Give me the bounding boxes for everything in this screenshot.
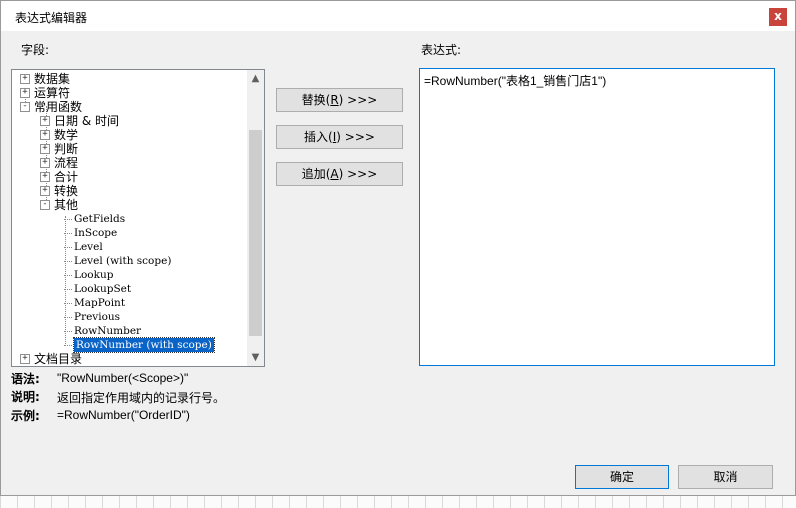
expand-icon[interactable]: + xyxy=(40,144,50,154)
insert-button[interactable]: 插入(I) >>> xyxy=(276,125,403,149)
expand-icon[interactable]: + xyxy=(20,88,30,98)
expand-icon[interactable]: + xyxy=(40,116,50,126)
expression-text: =RowNumber("表格1_销售门店1") xyxy=(424,74,607,88)
expand-icon[interactable]: + xyxy=(40,172,50,182)
window-title: 表达式编辑器 xyxy=(15,11,88,25)
expression-input[interactable]: =RowNumber("表格1_销售门店1") xyxy=(419,68,775,366)
syntax-label: 语法: xyxy=(11,372,40,386)
collapse-icon[interactable]: - xyxy=(40,200,50,210)
expression-label: 表达式: xyxy=(421,43,462,57)
expand-icon[interactable]: + xyxy=(40,186,50,196)
expand-icon[interactable]: + xyxy=(20,74,30,84)
expand-icon[interactable]: + xyxy=(40,130,50,140)
ok-button[interactable]: 确定 xyxy=(575,465,669,489)
scroll-down-icon[interactable]: ▼ xyxy=(247,349,264,366)
scroll-thumb[interactable] xyxy=(249,130,262,336)
collapse-icon[interactable]: - xyxy=(20,102,30,112)
expand-icon[interactable]: + xyxy=(40,158,50,168)
scroll-up-icon[interactable]: ▲ xyxy=(247,70,264,87)
fields-label: 字段: xyxy=(21,43,50,57)
tree-scrollbar[interactable]: ▲ ▼ xyxy=(247,70,264,366)
append-button[interactable]: 追加(A) >>> xyxy=(276,162,403,186)
replace-button[interactable]: 替换(R) >>> xyxy=(276,88,403,112)
example-value: =RowNumber("OrderID") xyxy=(57,408,190,422)
cancel-button[interactable]: 取消 xyxy=(678,465,773,489)
example-label: 示例: xyxy=(11,409,40,423)
title-bar: 表达式编辑器 x xyxy=(1,1,795,31)
description-label: 说明: xyxy=(11,390,40,404)
close-button[interactable]: x xyxy=(769,8,787,26)
syntax-value: "RowNumber(<Scope>)" xyxy=(57,371,189,385)
fields-tree[interactable]: + 数据集 + 运算符 - 常用函数 + 日期 & 时间 + 数学 + 判断 +… xyxy=(11,69,265,367)
expand-icon[interactable]: + xyxy=(20,354,30,364)
description-value: 返回指定作用域内的记录行号。 xyxy=(57,391,226,405)
expression-editor-dialog: 表达式编辑器 x 字段: 表达式: + 数据集 + 运算符 - 常用函数 + 日… xyxy=(0,0,796,496)
